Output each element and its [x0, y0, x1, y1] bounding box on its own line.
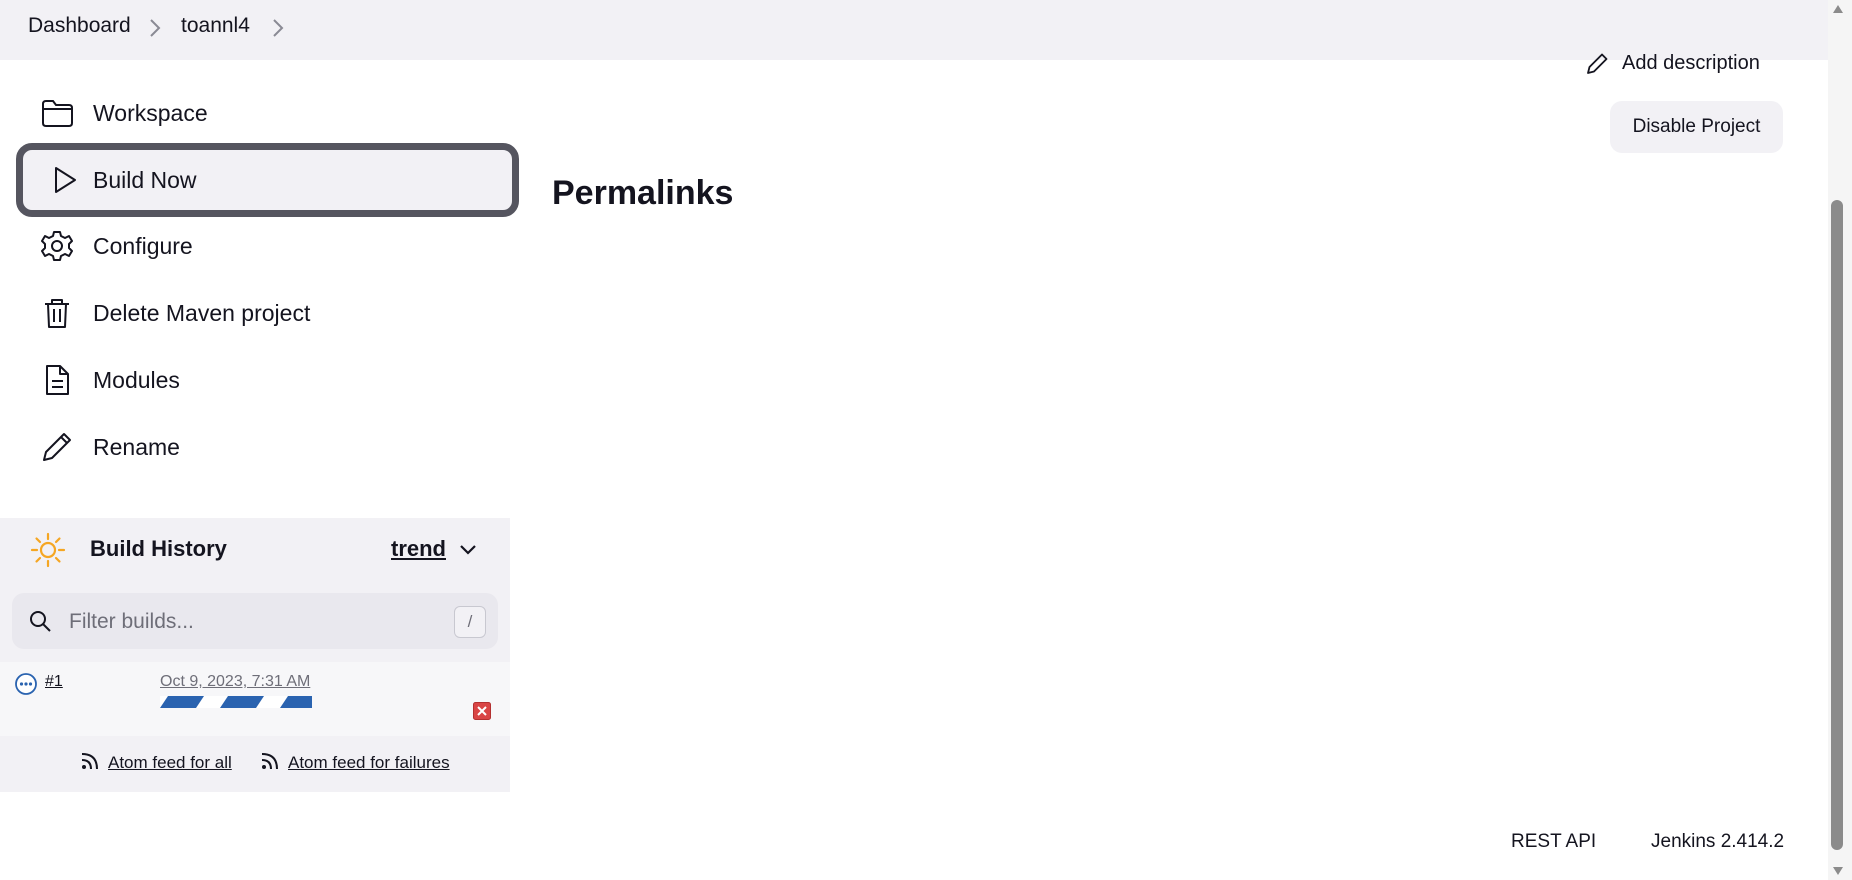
breadcrumb-project[interactable]: toannl4 — [181, 14, 250, 38]
task-workspace[interactable]: Workspace — [20, 80, 510, 146]
task-label: Modules — [93, 366, 180, 393]
keyboard-shortcut-badge: / — [454, 606, 486, 638]
trash-icon — [45, 299, 69, 328]
task-label: Delete Maven project — [93, 299, 311, 326]
task-build-now[interactable]: Build Now — [16, 143, 519, 217]
chevron-right-icon[interactable] — [271, 17, 285, 39]
filter-builds: / — [12, 593, 498, 649]
trend-link[interactable]: trend — [391, 536, 446, 562]
task-configure[interactable]: Configure — [20, 213, 510, 279]
add-description-link[interactable]: Add description — [1622, 52, 1760, 75]
scroll-down-arrow-icon[interactable] — [1832, 866, 1844, 876]
chevron-right-icon — [150, 19, 161, 37]
build-progress-bar — [160, 696, 312, 708]
weather-sun-icon — [30, 532, 66, 568]
atom-feed-all-link[interactable]: Atom feed for all — [108, 753, 232, 773]
pencil-icon — [1587, 53, 1608, 74]
rest-api-link[interactable]: REST API — [1511, 831, 1596, 853]
filter-builds-input[interactable] — [67, 605, 441, 639]
chevron-down-icon[interactable] — [458, 540, 478, 560]
breadcrumb: Dashboard toannl4 — [0, 0, 1828, 60]
task-label: Workspace — [93, 99, 208, 126]
pencil-icon — [43, 433, 71, 461]
rss-icon — [81, 753, 98, 770]
play-icon — [55, 167, 76, 193]
scroll-up-arrow-icon[interactable] — [1832, 4, 1844, 14]
build-history-title: Build History — [90, 536, 227, 561]
abort-build-icon[interactable] — [473, 702, 491, 720]
search-icon — [30, 611, 51, 632]
document-icon — [46, 365, 69, 395]
scrollbar-thumb[interactable] — [1831, 200, 1843, 850]
gear-icon — [41, 231, 73, 261]
task-label: Rename — [93, 433, 180, 460]
build-history-header: Build History trend — [0, 518, 510, 580]
build-number-link[interactable]: #1 — [45, 673, 63, 691]
rss-icon — [261, 753, 278, 770]
breadcrumb-dashboard[interactable]: Dashboard — [28, 14, 131, 38]
task-delete-project[interactable]: Delete Maven project — [20, 280, 510, 346]
atom-feed-failures-link[interactable]: Atom feed for failures — [288, 753, 450, 773]
page-heading-permalinks: Permalinks — [552, 174, 734, 212]
build-date-link[interactable]: Oct 9, 2023, 7:31 AM — [160, 673, 310, 691]
task-rename[interactable]: Rename — [20, 414, 510, 480]
folder-icon — [42, 100, 73, 127]
task-modules[interactable]: Modules — [20, 347, 510, 413]
jenkins-version-link[interactable]: Jenkins 2.414.2 — [1651, 831, 1784, 853]
task-label: Configure — [93, 232, 193, 259]
build-in-progress-icon — [15, 673, 37, 695]
task-label: Build Now — [93, 166, 197, 193]
disable-project-button[interactable]: Disable Project — [1610, 101, 1783, 153]
